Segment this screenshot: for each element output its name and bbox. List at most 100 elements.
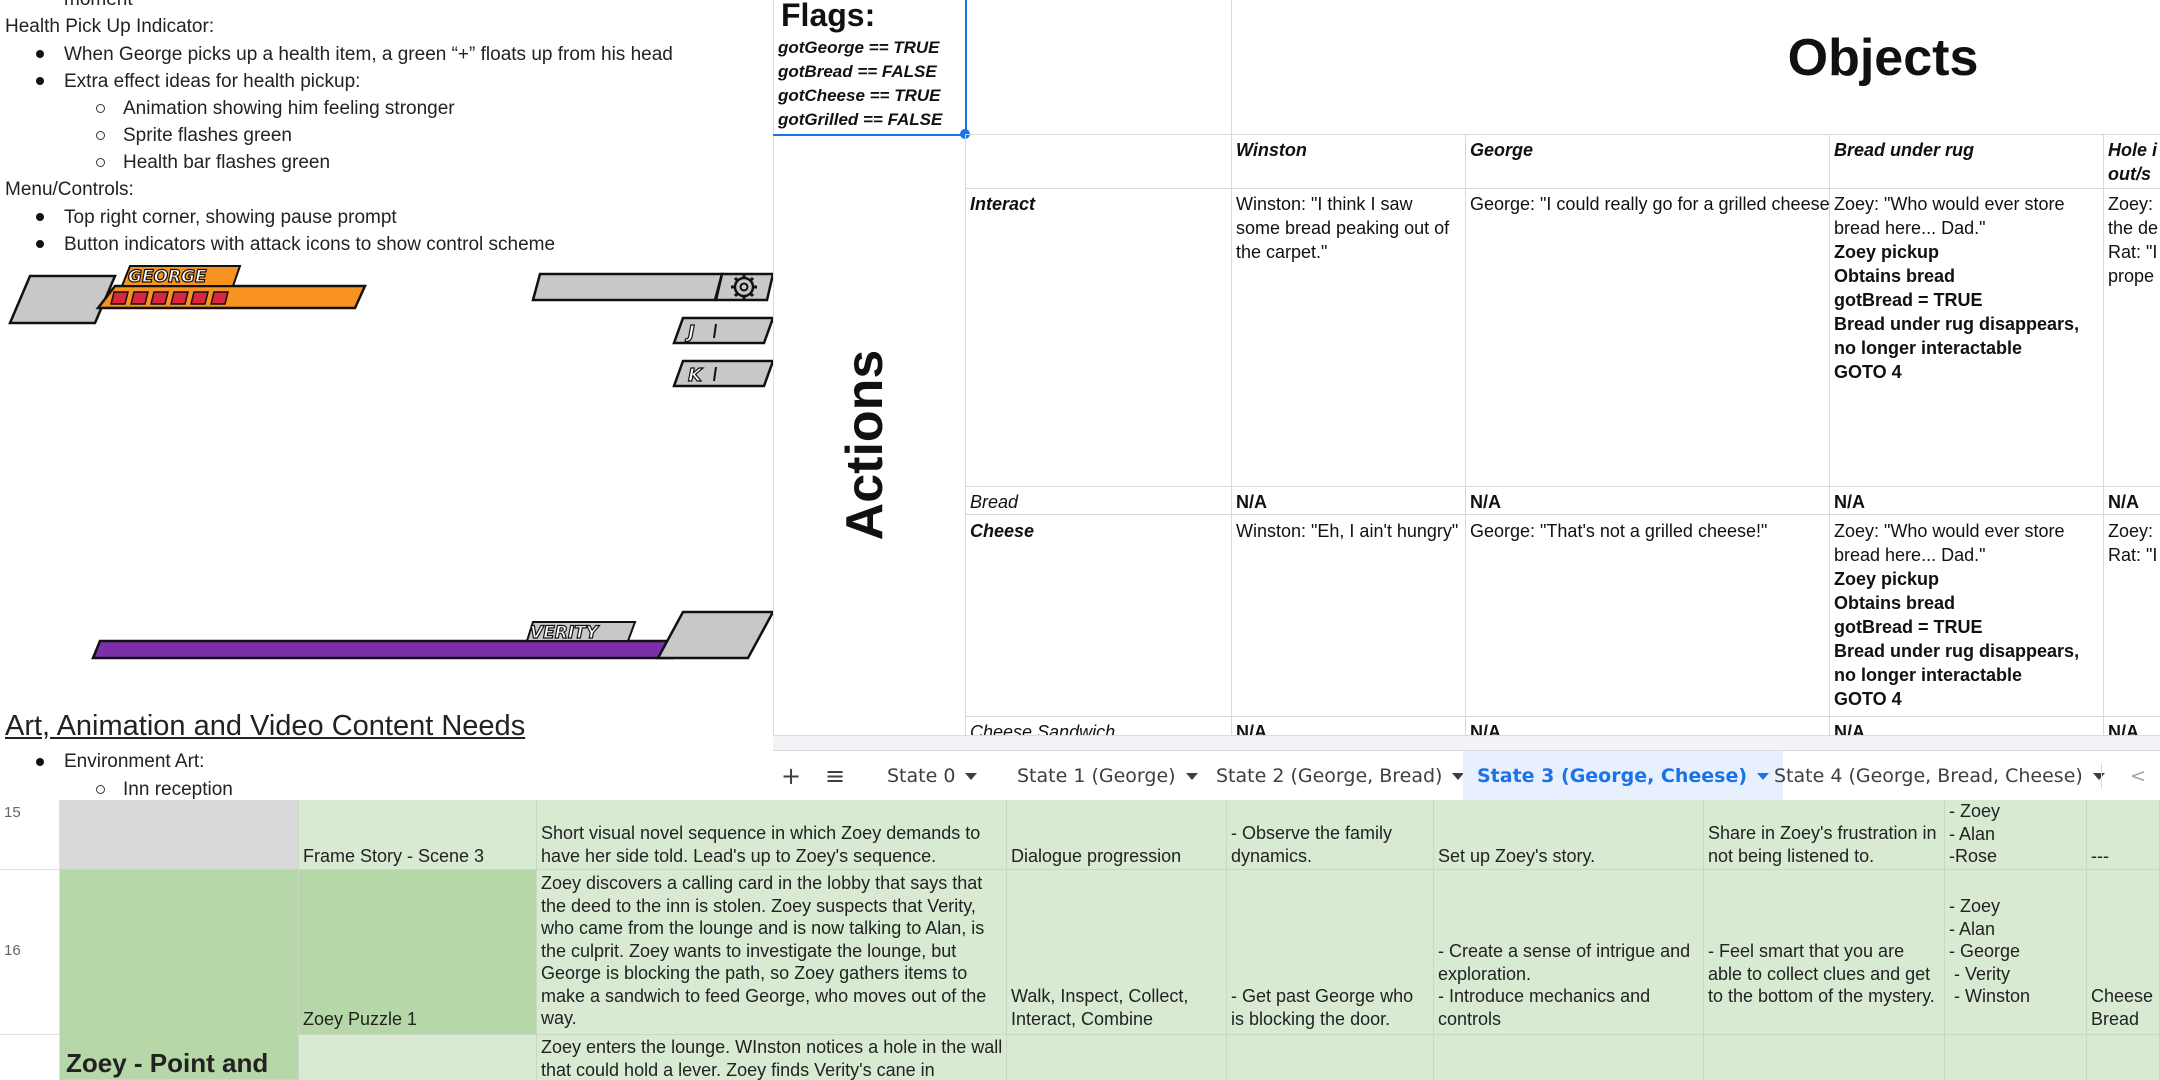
bullet-icon: [36, 77, 44, 85]
hud-mockup-image: GEORGE J K VERITY: [8, 265, 773, 660]
scene-feel-16[interactable]: - Feel smart that you are able to collec…: [1704, 940, 1945, 1008]
scene-chars-16[interactable]: - Zoey - Alan - George - Verity - Winsto…: [1945, 895, 2087, 1008]
tab-state-3[interactable]: State 3 (George, Cheese): [1463, 751, 1784, 801]
col-header-hole[interactable]: Hole i out/s: [2103, 138, 2160, 186]
health-pip: [210, 291, 229, 305]
section-heading: Art, Animation and Video Content Needs: [5, 710, 526, 742]
health-sub-1: Animation showing him feeling stronger: [123, 98, 455, 119]
cell-bread-winston[interactable]: N/A: [1231, 490, 1465, 514]
health-pip: [190, 291, 209, 305]
chevron-down-icon: [2092, 773, 2105, 780]
health-indicator-title: Health Pick Up Indicator:: [5, 16, 215, 37]
col-header-george[interactable]: George: [1465, 138, 1829, 162]
health-bullet-2: Extra effect ideas for health pickup:: [64, 71, 361, 92]
all-sheets-menu-icon[interactable]: ≡: [813, 751, 857, 801]
health-sub-2: Sprite flashes green: [123, 125, 292, 146]
scene-design-15[interactable]: Set up Zoey's story.: [1434, 845, 1704, 868]
tab-label: State 3 (George, Cheese): [1477, 765, 1748, 787]
key-k-label: K: [688, 365, 704, 386]
health-pip: [150, 291, 169, 305]
scene-desc-16[interactable]: Zoey discovers a calling card in the lob…: [537, 872, 1007, 1030]
flag-got-george[interactable]: gotGeorge == TRUE: [773, 36, 945, 60]
tab-label: State 2 (George, Bread): [1216, 765, 1443, 787]
tab-state-1[interactable]: State 1 (George): [1003, 751, 1212, 801]
scene-mechanics-16[interactable]: Walk, Inspect, Collect, Interact, Combin…: [1007, 985, 1227, 1030]
verity-portrait-plate: [655, 610, 773, 660]
scene-design-16[interactable]: - Create a sense of intrigue and explora…: [1434, 940, 1704, 1030]
cell-bread-bread[interactable]: N/A: [1829, 490, 2103, 514]
scene-name-15[interactable]: Frame Story - Scene 3: [299, 845, 537, 868]
bread-cell-line: Bread under rug disappears, no longer in…: [1834, 641, 2080, 685]
bread-cell-line: Obtains bread: [1834, 266, 1956, 286]
bread-cell-line: Zoey: "Who would ever store bread here..…: [1834, 194, 2065, 238]
scene-goals-15[interactable]: - Observe the family dynamics.: [1227, 822, 1434, 867]
flags-title: Flags:: [781, 0, 876, 33]
bread-cell-line: gotBread = TRUE: [1834, 617, 1983, 637]
bullet-icon: [36, 758, 44, 766]
health-pip: [170, 291, 189, 305]
tab-state-2[interactable]: State 2 (George, Bread): [1202, 751, 1478, 801]
row-label-bread[interactable]: Bread: [965, 490, 1231, 514]
bullet-icon: [36, 240, 44, 248]
verity-name-label: VERITY: [530, 623, 600, 643]
row-label-interact[interactable]: Interact: [965, 192, 1231, 216]
menu-bullet-2: Button indicators with attack icons to s…: [64, 234, 556, 255]
scene-desc-15[interactable]: Short visual novel sequence in which Zoe…: [537, 822, 1007, 867]
scene-items-15[interactable]: ---: [2087, 845, 2160, 868]
env-art-bullet: Environment Art:: [64, 751, 205, 772]
section-label-zoey[interactable]: Zoey - Point and: [62, 1048, 297, 1078]
scene-goals-16[interactable]: - Get past George who is blocking the do…: [1227, 985, 1434, 1030]
tab-state-0[interactable]: State 0: [873, 751, 991, 801]
objects-header: Objects: [1787, 29, 1979, 87]
document-pane: moment Health Pick Up Indicator: When Ge…: [0, 0, 773, 800]
scene-mechanics-15[interactable]: Dialogue progression: [1007, 845, 1227, 868]
scene-desc-17[interactable]: Zoey enters the lounge. WInston notices …: [537, 1036, 1007, 1080]
add-sheet-button[interactable]: +: [773, 751, 809, 801]
cell-bread-george[interactable]: N/A: [1465, 490, 1829, 514]
george-portrait-plate: [8, 274, 117, 325]
sub-bullet-icon: [96, 131, 105, 140]
horizontal-scrollbar[interactable]: [773, 735, 2160, 750]
menu-bullet-1: Top right corner, showing pause prompt: [64, 207, 397, 228]
bread-cell-line: Zoey pickup: [1834, 569, 1940, 589]
row-number-15[interactable]: 15: [0, 802, 56, 825]
tab-label: State 1 (George): [1017, 765, 1176, 787]
sub-bullet-icon: [96, 158, 105, 167]
scene-feel-15[interactable]: Share in Zoey's frustration in not being…: [1704, 822, 1945, 867]
menu-controls-title: Menu/Controls:: [5, 179, 134, 200]
tab-state-4[interactable]: State 4 (George, Bread, Cheese): [1760, 751, 2119, 801]
health-pip: [130, 291, 149, 305]
sub-bullet-icon: [96, 785, 105, 794]
flag-got-cheese[interactable]: gotCheese == TRUE: [773, 84, 946, 108]
row-label-cheese[interactable]: Cheese: [965, 519, 1231, 543]
chevron-down-icon: [965, 773, 978, 780]
flag-got-grilled[interactable]: gotGrilled == FALSE: [773, 108, 947, 132]
flag-got-bread[interactable]: gotBread == FALSE: [773, 60, 942, 84]
cell-cheese-george[interactable]: George: "That's not a grilled cheese!": [1465, 519, 1829, 543]
pause-bar: [531, 272, 724, 302]
cell-interact-winston[interactable]: Winston: "I think I saw some bread peaki…: [1231, 192, 1465, 264]
bread-cell-line: Obtains bread: [1834, 593, 1956, 613]
cell-bread-hole[interactable]: N/A: [2103, 490, 2160, 514]
scene-name-16[interactable]: Zoey Puzzle 1: [299, 1008, 537, 1031]
health-bullet-1: When George picks up a health item, a gr…: [64, 44, 673, 65]
bullet-icon: [36, 50, 44, 58]
cell-cheese-winston[interactable]: Winston: "Eh, I ain't hungry": [1231, 519, 1465, 543]
bread-cell-line: Bread under rug disappears, no longer in…: [1834, 314, 2080, 358]
scroll-tabs-left-icon[interactable]: <: [2118, 751, 2158, 801]
scene-spreadsheet: 15 16 Frame Story - Scene 3 Short visual…: [0, 800, 2160, 1080]
col-header-bread-under-rug[interactable]: Bread under rug: [1829, 138, 2103, 162]
scene-chars-15[interactable]: - Zoey - Alan -Rose: [1945, 800, 2087, 868]
cell-interact-george[interactable]: George: "I could really go for a grilled…: [1465, 192, 1829, 216]
verity-health-bar: [91, 639, 682, 660]
sheet-tab-bar: + ≡ State 0 State 1 (George) State 2 (Ge…: [773, 750, 2160, 801]
scene-items-16[interactable]: Cheese Bread: [2087, 985, 2160, 1030]
bread-cell-line: Zoey: "Who would ever store bread here..…: [1834, 521, 2065, 565]
col-header-winston[interactable]: Winston: [1231, 138, 1465, 162]
row-number-16[interactable]: 16: [0, 940, 56, 963]
cell-cheese-bread[interactable]: Zoey: "Who would ever store bread here..…: [1829, 519, 2103, 711]
cell-interact-bread[interactable]: Zoey: "Who would ever store bread here..…: [1829, 192, 2103, 384]
cell-interact-hole[interactable]: Zoey: the de Rat: "I prope: [2103, 192, 2160, 288]
cell-cheese-hole[interactable]: Zoey: Rat: "I: [2103, 519, 2160, 567]
actions-header: Actions: [836, 349, 894, 541]
